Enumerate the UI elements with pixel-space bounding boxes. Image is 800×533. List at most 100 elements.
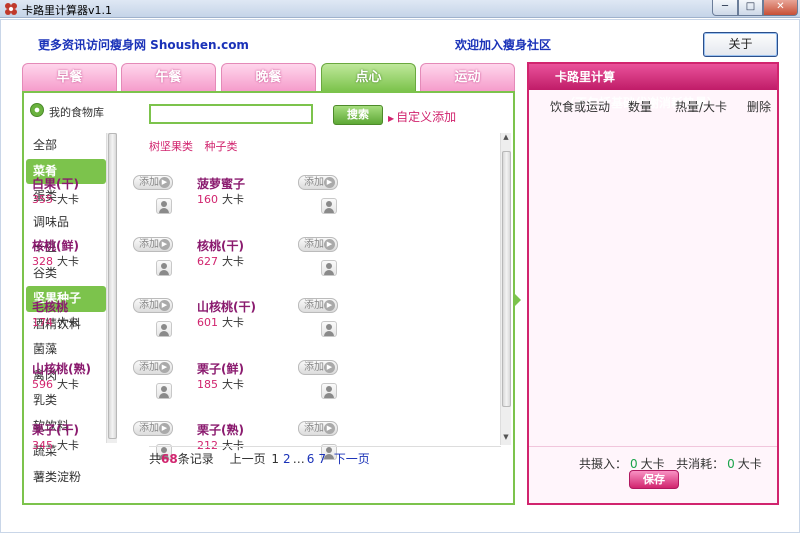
search-input[interactable] <box>149 104 313 124</box>
add-food-label: 添加 <box>304 177 324 188</box>
food-calories-value: 596 <box>32 377 53 391</box>
subcategory-seeds[interactable]: 种子类 <box>205 140 238 153</box>
food-detail-icon[interactable] <box>156 321 172 337</box>
tab-snack[interactable]: 点心 <box>321 63 416 91</box>
intake-unit: 大卡 <box>640 457 665 471</box>
food-library-icon <box>30 103 44 117</box>
food-scrollbar[interactable]: ▲ ▼ <box>500 133 511 445</box>
search-button[interactable]: 搜索 <box>333 105 383 125</box>
food-calories-value: 627 <box>197 254 218 268</box>
food-detail-icon[interactable] <box>321 382 337 399</box>
food-name[interactable]: 核桃(鲜) <box>32 237 79 254</box>
tab-exercise[interactable]: 运动 <box>420 63 515 91</box>
pager-ellipsis: … <box>292 452 305 466</box>
chevron-right-icon: ▶ <box>324 361 335 373</box>
shoushen-link[interactable]: 更多资讯访问瘦身网 Shoushen.com <box>38 36 249 53</box>
food-item: 白果(干) 355 大卡 添加 ▶ <box>32 175 192 235</box>
food-calories: 174 大卡 <box>32 314 79 330</box>
about-button[interactable]: 关于 <box>703 32 778 57</box>
page-link-1[interactable]: 1 <box>271 452 279 466</box>
food-calories-value: 160 <box>197 193 218 206</box>
chevron-right-icon: ▶ <box>324 300 335 311</box>
add-food-label: 添加 <box>304 238 324 250</box>
add-food-button[interactable]: 添加 ▶ <box>298 359 338 375</box>
subcategory-bar: 树坚果类 种子类 <box>149 138 246 154</box>
food-detail-icon[interactable] <box>321 321 337 337</box>
food-calories: 160 大卡 <box>197 191 244 207</box>
add-food-button[interactable]: 添加 ▶ <box>298 236 338 252</box>
food-calories-value: 328 <box>32 254 53 268</box>
add-food-button[interactable]: 添加 ▶ <box>298 175 338 190</box>
col-calories: 热量/大卡 <box>675 100 728 114</box>
chevron-right-icon: ▶ <box>159 300 170 311</box>
food-calories-unit: 大卡 <box>57 193 79 206</box>
add-food-button[interactable]: 添加 ▶ <box>133 236 173 252</box>
food-calories: 627 大卡 <box>197 253 244 269</box>
food-calories: 345 大卡 <box>32 437 79 453</box>
food-detail-icon[interactable] <box>321 259 337 276</box>
add-food-label: 添加 <box>304 361 324 373</box>
food-name[interactable]: 白果(干) <box>32 175 79 192</box>
food-item: 山核桃(熟) 596 大卡 添加 ▶ <box>32 359 192 420</box>
community-link[interactable]: 欢迎加入瘦身社区 <box>455 36 551 53</box>
food-name[interactable]: 山核桃(熟) <box>32 360 91 377</box>
food-name[interactable]: 菠萝蜜子 <box>197 175 245 192</box>
subcategory-tree-nuts[interactable]: 树坚果类 <box>149 140 193 153</box>
custom-add-link[interactable]: ▶ 自定义添加 <box>388 108 456 125</box>
food-calories-unit: 大卡 <box>57 377 79 391</box>
close-button[interactable]: ✕ <box>763 0 798 16</box>
food-name[interactable]: 毛核桃 <box>32 298 68 315</box>
prev-page-link[interactable]: 上一页 <box>230 452 266 466</box>
page-link-7[interactable]: 7 <box>318 452 326 466</box>
add-food-button[interactable]: 添加 ▶ <box>133 359 173 375</box>
add-food-label: 添加 <box>139 361 159 373</box>
save-button[interactable]: 保存 <box>629 470 679 489</box>
food-detail-icon[interactable] <box>321 198 337 214</box>
page-link-2[interactable]: 2 <box>283 452 291 466</box>
scroll-up-icon[interactable]: ▲ <box>501 133 511 143</box>
food-name[interactable]: 栗子(鲜) <box>197 360 244 377</box>
chevron-right-icon: ▶ <box>159 361 170 373</box>
food-calories: 328 大卡 <box>32 253 79 269</box>
intake-label: 共摄入： <box>579 457 628 471</box>
food-detail-icon[interactable] <box>156 382 172 399</box>
page-link-6[interactable]: 6 <box>307 452 315 466</box>
add-food-button[interactable]: 添加 ▶ <box>298 421 338 436</box>
food-detail-icon[interactable] <box>156 198 172 214</box>
arrow-right-icon: ▶ <box>388 114 395 123</box>
add-food-button[interactable]: 添加 ▶ <box>133 421 173 436</box>
pager-suffix: 条记录 <box>177 452 214 466</box>
food-calories-value: 345 <box>32 439 53 452</box>
intake-value: 0 <box>630 457 638 471</box>
food-calories-value: 601 <box>197 316 218 329</box>
food-name[interactable]: 栗子(熟) <box>197 421 244 438</box>
col-item: 饮食或运动 <box>550 100 611 114</box>
food-name[interactable]: 山核桃(干) <box>197 298 256 315</box>
maximize-button[interactable]: □ <box>738 0 763 16</box>
food-calories-value: 174 <box>32 316 53 329</box>
add-food-button[interactable]: 添加 ▶ <box>298 298 338 313</box>
category-item[interactable]: 全部 <box>26 133 106 159</box>
tab-lunch[interactable]: 午餐 <box>121 63 216 91</box>
food-calories-unit: 大卡 <box>57 316 79 329</box>
food-calories-unit: 大卡 <box>222 254 244 268</box>
food-calories: 185 大卡 <box>197 376 244 392</box>
food-item: 核桃(干) 627 大卡 添加 ▶ <box>197 236 357 297</box>
food-name[interactable]: 栗子(干) <box>32 421 79 438</box>
food-detail-icon[interactable] <box>156 259 172 276</box>
add-food-button[interactable]: 添加 ▶ <box>133 175 173 190</box>
next-page-link[interactable]: 下一页 <box>334 452 370 466</box>
chevron-right-icon: ▶ <box>324 238 335 250</box>
add-food-label: 添加 <box>139 177 159 188</box>
add-food-button[interactable]: 添加 ▶ <box>133 298 173 313</box>
burn-value: 0 <box>727 457 735 471</box>
food-scrollbar-thumb[interactable] <box>502 151 511 407</box>
chevron-right-icon: ▶ <box>324 177 335 188</box>
pager: 共68条记录 上一页 1 2… 6 7 下一页 <box>149 450 372 467</box>
scroll-down-icon[interactable]: ▼ <box>501 433 511 443</box>
food-name[interactable]: 核桃(干) <box>197 237 244 254</box>
minimize-button[interactable]: ─ <box>712 0 738 16</box>
tab-breakfast[interactable]: 早餐 <box>22 63 117 91</box>
tab-dinner[interactable]: 晚餐 <box>221 63 316 91</box>
food-item: 菠萝蜜子 160 大卡 添加 ▶ <box>197 175 357 235</box>
